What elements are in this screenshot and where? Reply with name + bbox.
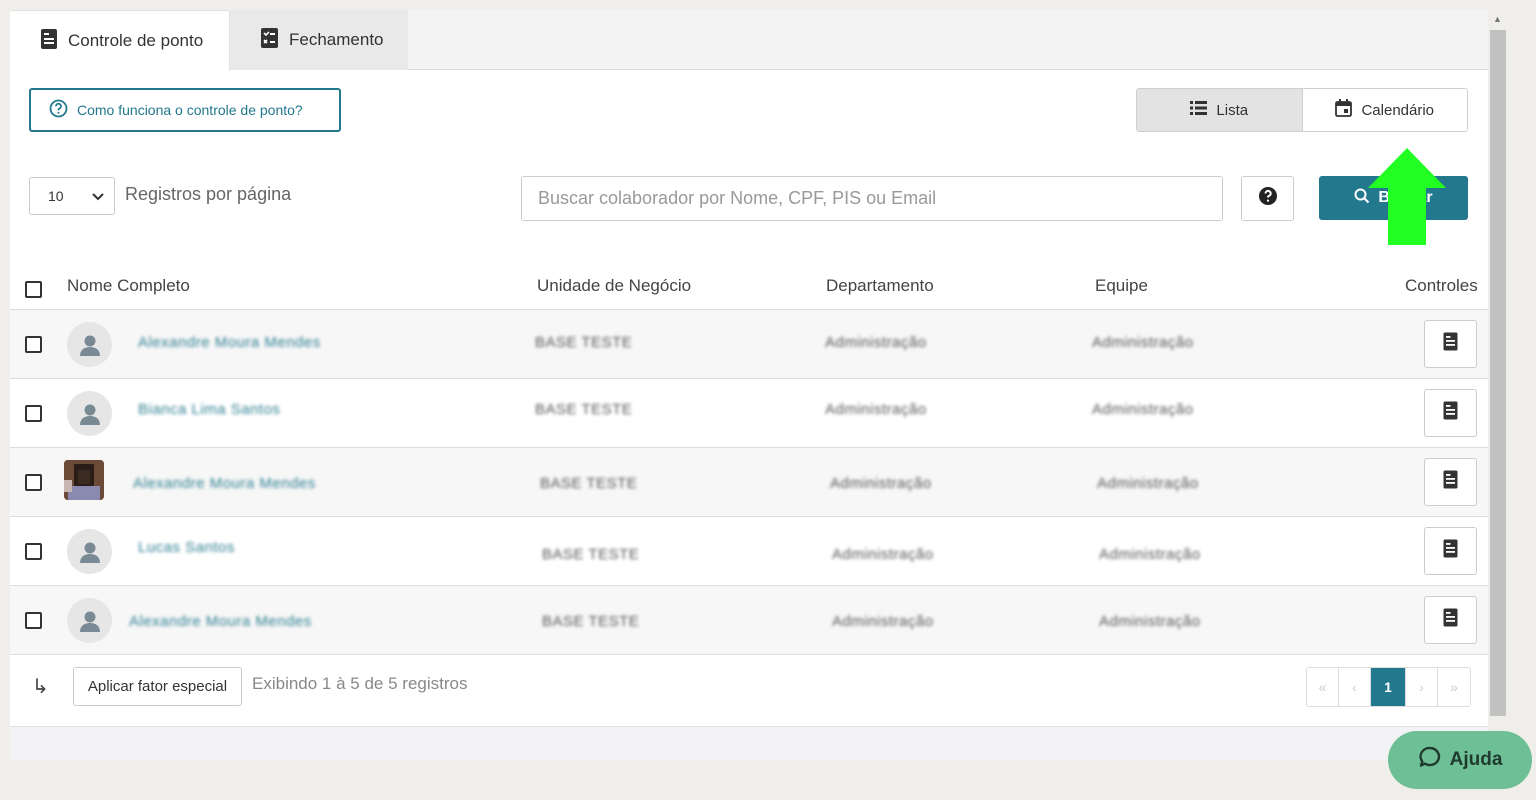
- list-view-button[interactable]: Lista: [1137, 89, 1303, 131]
- avatar: [67, 391, 112, 436]
- tab-controle-de-ponto[interactable]: Controle de ponto: [10, 10, 230, 71]
- header-equipe: Equipe: [1095, 276, 1148, 295]
- document-icon: [1443, 470, 1458, 494]
- table-row: Alexandre Moura Mendes BASE TESTE Admini…: [10, 586, 1488, 655]
- avatar: [67, 322, 112, 367]
- panel-footer: [10, 726, 1488, 760]
- unit-cell: BASE TESTE: [542, 546, 640, 563]
- team-cell: Administração: [1099, 613, 1201, 630]
- team-cell: Administração: [1092, 401, 1194, 418]
- timesheet-button[interactable]: [1424, 596, 1477, 644]
- row-checkbox[interactable]: [25, 612, 42, 629]
- unit-cell: BASE TESTE: [535, 334, 633, 351]
- timesheet-button[interactable]: [1424, 320, 1477, 368]
- per-page-value: 10: [48, 188, 64, 204]
- timesheet-button[interactable]: [1424, 527, 1477, 575]
- tab-label: Controle de ponto: [68, 31, 204, 50]
- pager-last[interactable]: »: [1438, 668, 1470, 706]
- employee-name-link[interactable]: Bianca Lima Santos: [138, 401, 280, 418]
- records-summary: Exibindo 1 à 5 de 5 registros: [252, 674, 468, 693]
- pager-current[interactable]: 1: [1371, 668, 1406, 706]
- pager-first[interactable]: «: [1307, 668, 1339, 706]
- unit-cell: BASE TESTE: [540, 475, 638, 492]
- checklist-icon: [260, 27, 279, 54]
- per-page-select[interactable]: 10: [29, 177, 115, 215]
- table-row: Bianca Lima Santos BASE TESTE Administra…: [10, 379, 1488, 448]
- table-row: Lucas Santos BASE TESTE Administração Ad…: [10, 517, 1488, 586]
- document-icon: [1443, 401, 1458, 425]
- row-checkbox[interactable]: [25, 543, 42, 560]
- unit-cell: BASE TESTE: [542, 613, 640, 630]
- apply-special-factor-button[interactable]: Aplicar fator especial: [73, 667, 242, 706]
- header-unidade: Unidade de Negócio: [537, 276, 692, 295]
- department-cell: Administração: [832, 613, 934, 630]
- department-cell: Administração: [825, 334, 927, 351]
- header-nome-completo: Nome Completo: [67, 276, 190, 295]
- help-chat-label: Ajuda: [1449, 749, 1503, 770]
- employee-name-link[interactable]: Lucas Santos: [138, 539, 235, 556]
- chevron-down-icon: [92, 188, 104, 204]
- table-row: Alexandre Moura Mendes BASE TESTE Admini…: [10, 310, 1488, 379]
- return-arrow-icon: ↳: [32, 676, 49, 698]
- select-all-checkbox[interactable]: [25, 281, 42, 298]
- team-cell: Administração: [1092, 334, 1194, 351]
- pagination: « ‹ 1 › »: [1306, 667, 1471, 707]
- help-link[interactable]: Como funciona o controle de ponto?: [29, 88, 341, 132]
- tab-bar: Controle de ponto Fechamento: [10, 10, 1488, 71]
- question-circle-icon: [1258, 186, 1278, 211]
- row-checkbox[interactable]: [25, 474, 42, 491]
- unit-cell: BASE TESTE: [535, 401, 633, 418]
- header-departamento: Departamento: [826, 276, 934, 295]
- table-header: Nome Completo Unidade de Negócio Departa…: [10, 258, 1488, 310]
- avatar: [67, 598, 112, 643]
- help-link-label: Como funciona o controle de ponto?: [77, 102, 303, 118]
- calendar-icon: [1335, 99, 1353, 121]
- row-checkbox[interactable]: [25, 336, 42, 353]
- chat-bubble-icon: [1418, 745, 1442, 775]
- calendar-view-label: Calendário: [1361, 101, 1435, 119]
- scrollbar-thumb[interactable]: [1490, 30, 1506, 716]
- list-icon: [1190, 101, 1208, 119]
- employee-name-link[interactable]: Alexandre Moura Mendes: [138, 334, 321, 351]
- department-cell: Administração: [825, 401, 927, 418]
- document-icon: [1443, 332, 1458, 356]
- pager-next[interactable]: ›: [1406, 668, 1438, 706]
- search-help-button[interactable]: [1241, 176, 1294, 221]
- timesheet-button[interactable]: [1424, 458, 1477, 506]
- table-row: Alexandre Moura Mendes BASE TESTE Admini…: [10, 448, 1488, 517]
- department-cell: Administração: [830, 475, 932, 492]
- tab-fechamento[interactable]: Fechamento: [230, 10, 408, 70]
- tab-label: Fechamento: [289, 30, 384, 49]
- team-cell: Administração: [1099, 546, 1201, 563]
- highlight-arrow-icon: [1368, 148, 1446, 251]
- main-panel: Controle de ponto Fechamento Como funcio…: [10, 10, 1488, 760]
- view-toggle: Lista Calendário: [1136, 88, 1468, 132]
- per-page-label: Registros por página: [125, 184, 292, 204]
- avatar: [67, 529, 112, 574]
- question-circle-icon: [49, 99, 68, 121]
- help-chat-button[interactable]: Ajuda: [1388, 731, 1532, 789]
- calendar-view-button[interactable]: Calendário: [1303, 89, 1468, 131]
- row-checkbox[interactable]: [25, 405, 42, 422]
- pager-prev[interactable]: ‹: [1339, 668, 1371, 706]
- timesheet-button[interactable]: [1424, 389, 1477, 437]
- employee-name-link[interactable]: Alexandre Moura Mendes: [133, 475, 316, 492]
- document-icon: [1443, 608, 1458, 632]
- list-view-label: Lista: [1216, 101, 1249, 119]
- document-icon: [1443, 539, 1458, 563]
- header-controles: Controles: [1405, 276, 1478, 295]
- document-icon: [40, 28, 58, 55]
- employee-name-link[interactable]: Alexandre Moura Mendes: [129, 613, 312, 630]
- team-cell: Administração: [1097, 475, 1199, 492]
- scrollbar[interactable]: ▲: [1490, 10, 1506, 716]
- search-input[interactable]: [521, 176, 1223, 221]
- avatar-photo: [64, 460, 104, 500]
- department-cell: Administração: [832, 546, 934, 563]
- scroll-up-icon[interactable]: ▲: [1493, 14, 1502, 24]
